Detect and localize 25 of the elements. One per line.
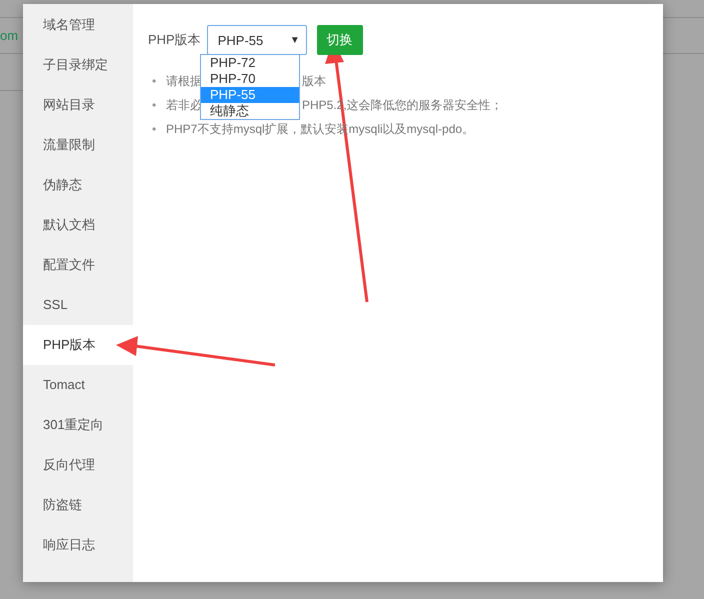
dropdown-option[interactable]: PHP-72 <box>201 55 299 71</box>
sidebar-item[interactable]: PHP版本 <box>23 325 133 365</box>
sidebar-item[interactable]: 子目录绑定 <box>23 45 133 85</box>
sidebar-item[interactable]: 默认文档 <box>23 205 133 245</box>
bullet: • <box>152 73 158 90</box>
version-select[interactable]: PHP-55 ▼ <box>206 25 307 55</box>
note-text: 版本 <box>302 74 326 88</box>
sidebar-item[interactable]: 防盗链 <box>23 485 133 525</box>
sidebar-item[interactable]: 配置文件 <box>23 245 133 285</box>
sidebar-item[interactable]: 流量限制 <box>23 125 133 165</box>
bullet: • <box>152 121 158 138</box>
sidebar-item[interactable]: 301重定向 <box>23 405 133 445</box>
dropdown-option[interactable]: PHP-70 <box>201 71 299 87</box>
sidebar-item[interactable]: 伪静态 <box>23 165 133 205</box>
bullet: • <box>152 97 158 114</box>
caret-icon: ▼ <box>290 34 300 46</box>
sidebar-item[interactable]: 域名管理 <box>23 5 133 45</box>
sidebar-item[interactable]: 网站目录 <box>23 85 133 125</box>
field-label: PHP版本 <box>148 31 201 49</box>
sidebar-item[interactable]: SSL <box>23 285 133 325</box>
background-text: om <box>0 28 18 43</box>
sidebar-item[interactable]: Tomact <box>23 365 133 405</box>
dropdown-option[interactable]: 纯静态 <box>201 103 299 119</box>
sidebar-item[interactable]: 响应日志 <box>23 525 133 565</box>
sidebar-item[interactable]: 反向代理 <box>23 445 133 485</box>
